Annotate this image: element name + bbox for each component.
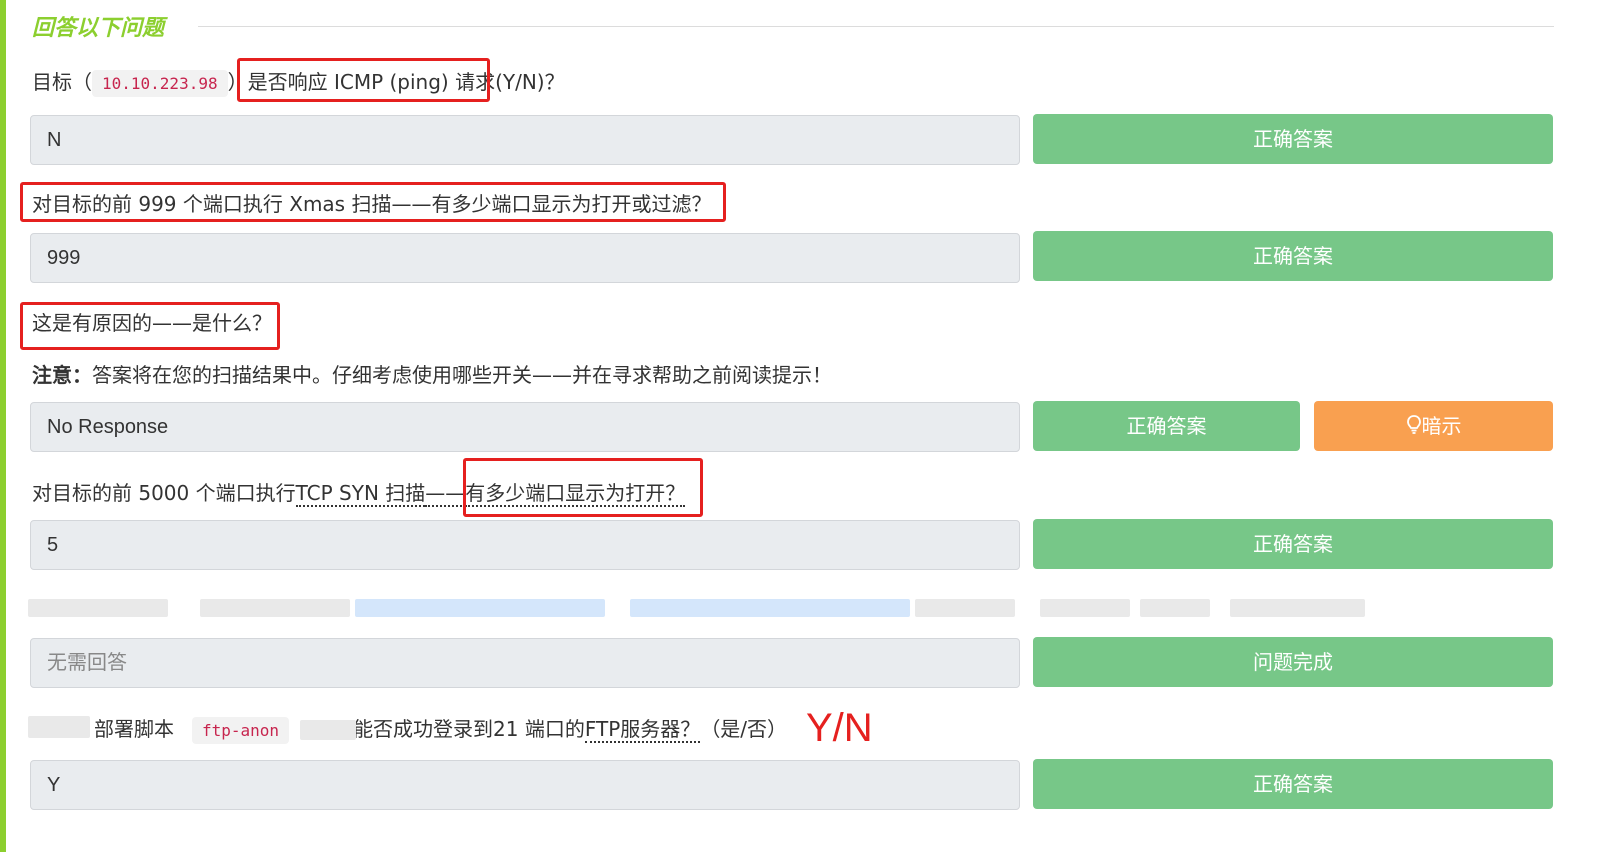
redacted-text-middle xyxy=(300,720,356,740)
question-complete-button[interactable]: 问题完成 xyxy=(1033,637,1553,687)
correct-answer-button-1[interactable]: 正确答案 xyxy=(1033,114,1553,164)
highlight-box-q2 xyxy=(20,182,726,222)
ftp-server-term[interactable]: FTP服务器？ xyxy=(584,717,701,743)
answer-field-4[interactable]: 5 xyxy=(30,520,1020,570)
lightbulb-icon xyxy=(1406,415,1421,434)
answer-field-6[interactable]: Y xyxy=(30,760,1020,810)
ftp-anon-code: ftp-anon xyxy=(192,717,290,744)
question-1-prefix: 目标（ xyxy=(32,70,92,94)
question-6-main: 能否成功登录到21 端口的 xyxy=(353,717,585,741)
answer-field-2[interactable]: 999 xyxy=(30,233,1020,283)
note-label: 注意： xyxy=(32,363,92,387)
answer-field-5[interactable]: 无需回答 xyxy=(30,638,1020,688)
section-title: 回答以下问题 xyxy=(32,15,165,41)
question-1-suffix: (Y/N)？ xyxy=(495,70,565,94)
question-4-dash: —— xyxy=(425,481,466,507)
highlight-box-q3 xyxy=(20,302,280,350)
target-ip-code: 10.10.223.98 xyxy=(92,70,228,97)
question-4-prefix: 对目标的前 5000 个端口执行 xyxy=(32,481,296,505)
question-6: 部署脚本 ftp-anon 能否成功登录到21 端口的FTP服务器？（是/否） xyxy=(94,713,788,744)
question-6-prefix: 部署脚本 xyxy=(94,717,174,741)
highlight-box-q4 xyxy=(463,458,703,517)
yn-annotation: Y/N xyxy=(806,706,873,750)
correct-answer-button-6[interactable]: 正确答案 xyxy=(1033,759,1553,809)
question-6-suffix: （是/否） xyxy=(700,717,788,741)
correct-answer-button-4[interactable]: 正确答案 xyxy=(1033,519,1553,569)
note-text: 答案将在您的扫描结果中。仔细考虑使用哪些开关——并在寻求帮助之前阅读提示！ xyxy=(92,363,832,387)
answer-field-1[interactable]: N xyxy=(30,115,1020,165)
highlight-box-q1 xyxy=(237,58,490,102)
answer-field-3[interactable]: No Response xyxy=(30,402,1020,452)
left-accent-bar xyxy=(0,0,6,852)
redacted-text-left xyxy=(28,716,90,738)
hint-button-label: 暗示 xyxy=(1421,414,1462,438)
note-line: 注意：答案将在您的扫描结果中。仔细考虑使用哪些开关——并在寻求帮助之前阅读提示！ xyxy=(32,359,832,388)
correct-answer-button-3[interactable]: 正确答案 xyxy=(1033,401,1300,451)
tcp-syn-scan-term[interactable]: TCP SYN 扫描 xyxy=(295,481,426,507)
hint-button[interactable]: 暗示 xyxy=(1314,401,1553,451)
section-divider xyxy=(198,26,1554,27)
correct-answer-button-2[interactable]: 正确答案 xyxy=(1033,231,1553,281)
